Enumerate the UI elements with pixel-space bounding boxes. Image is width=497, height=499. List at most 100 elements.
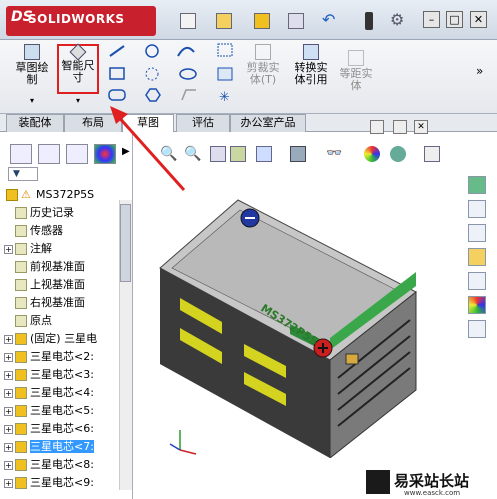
home-icon[interactable] — [468, 200, 486, 218]
circle-icon[interactable] — [145, 44, 159, 58]
configuration-tab-icon[interactable] — [66, 144, 88, 164]
offset-entities-button[interactable]: 等距实 体 — [334, 50, 378, 92]
arrow-line — [114, 112, 186, 192]
sketch-icon — [24, 44, 40, 60]
expand-icon[interactable]: + — [4, 334, 13, 344]
tree-item-label: 注解 — [30, 242, 52, 255]
tree-item[interactable]: 右视基准面 — [4, 294, 85, 312]
construction-icon[interactable] — [217, 43, 233, 57]
new-icon[interactable] — [180, 13, 196, 29]
ellipse-icon[interactable] — [179, 68, 197, 80]
expand-icon[interactable]: + — [4, 352, 13, 362]
undo-icon[interactable]: ↶ — [322, 10, 335, 29]
expand-icon[interactable]: + — [4, 442, 13, 452]
rebuild-icon[interactable] — [365, 12, 373, 30]
filter-icon[interactable]: ▼ — [8, 167, 38, 181]
tree-item[interactable]: 前视基准面 — [4, 258, 85, 276]
options-icon[interactable]: ⚙ — [390, 10, 404, 29]
tree-root[interactable]: ⚠ MS372P5S — [6, 186, 94, 204]
expand-icon[interactable]: + — [4, 460, 13, 470]
convert-entities-button[interactable]: 转换实 体引用 — [288, 44, 334, 86]
expand-icon[interactable]: + — [4, 478, 13, 488]
part-icon — [15, 369, 27, 381]
part-icon — [15, 423, 27, 435]
line-icon[interactable] — [109, 45, 125, 57]
feature-tree-tab-icon[interactable] — [10, 144, 32, 164]
smart-dimension-button[interactable]: 智能尺 寸 — [57, 43, 99, 94]
point-icon[interactable]: ✳ — [219, 90, 230, 105]
view-tile-icon[interactable] — [370, 120, 384, 134]
trim-entities-button[interactable]: 剪裁实 体(T) — [240, 44, 286, 86]
view-settings-icon[interactable] — [424, 146, 440, 162]
minimize-button[interactable]: – — [423, 11, 440, 28]
tree-item[interactable]: + 三星电芯<4: — [4, 384, 94, 402]
tree-item[interactable]: + 三星电芯<8: — [4, 456, 94, 474]
tree-item[interactable]: + 三星电芯<7: — [4, 438, 94, 456]
chevron-right-icon[interactable]: » — [476, 64, 483, 78]
expand-icon[interactable]: + — [4, 370, 13, 380]
expand-icon[interactable]: + — [4, 244, 13, 254]
design-library-icon[interactable] — [468, 224, 486, 242]
tree-item[interactable]: + 三星电芯<6: — [4, 420, 94, 438]
view-palette-icon[interactable] — [468, 272, 486, 290]
part-icon — [15, 243, 27, 255]
part-icon — [15, 405, 27, 417]
scrollbar-thumb[interactable] — [120, 204, 131, 282]
section-view-icon[interactable] — [230, 146, 246, 162]
restore-button[interactable]: □ — [446, 11, 463, 28]
graphics-area[interactable]: MS372P5S — [140, 168, 460, 458]
view-close-icon[interactable]: ✕ — [414, 120, 428, 134]
sketch-button[interactable]: 草图绘 制 — [10, 44, 54, 86]
chevron-down-icon[interactable]: ▾ — [30, 96, 34, 105]
trim-label: 剪裁实 体(T) — [246, 61, 280, 86]
trim-icon — [255, 44, 271, 60]
spline-icon[interactable] — [177, 46, 195, 57]
tree-item[interactable]: 原点 — [4, 312, 52, 330]
tree-item[interactable]: 上视基准面 — [4, 276, 85, 294]
open-icon[interactable] — [216, 13, 232, 29]
tree-item[interactable]: 历史记录 — [4, 204, 74, 222]
tree-item-label: 上视基准面 — [30, 278, 85, 291]
save-icon[interactable] — [254, 13, 270, 29]
tab-assembly[interactable]: 装配体 — [6, 114, 64, 132]
tree-item[interactable]: + 三星电芯<9: — [4, 474, 94, 492]
property-manager-tab-icon[interactable] — [38, 144, 60, 164]
print-icon[interactable] — [288, 13, 304, 29]
offset-icon — [348, 50, 364, 66]
tree-item[interactable]: 传感器 — [4, 222, 63, 240]
title-bar: DS SOLIDWORKS ↶ ⚙ – □ ✕ — [0, 0, 497, 40]
tab-office-products[interactable]: 办公室产品 — [230, 114, 306, 132]
expand-icon[interactable]: + — [4, 388, 13, 398]
tree-item[interactable]: + 三星电芯<3: — [4, 366, 94, 384]
tree-item[interactable]: + 注解 — [4, 240, 52, 258]
plane-icon[interactable] — [181, 89, 196, 101]
appearances-icon[interactable] — [468, 296, 486, 314]
part-icon — [15, 225, 27, 237]
sketch-tools-grid[interactable]: ✳ — [106, 42, 236, 108]
hide-show-icon[interactable]: 👓 — [326, 146, 342, 162]
tree-item[interactable]: + 三星电芯<5: — [4, 402, 94, 420]
chevron-down-icon[interactable]: ▾ — [76, 96, 80, 105]
previous-view-icon[interactable] — [210, 146, 226, 162]
sketch-label: 草图绘 制 — [15, 61, 49, 86]
file-explorer-icon[interactable] — [468, 248, 486, 266]
arc-icon[interactable] — [145, 67, 159, 81]
edit-appearance-icon[interactable] — [364, 146, 380, 162]
fillet-icon[interactable] — [217, 67, 233, 81]
warning-icon: ⚠ — [21, 188, 31, 201]
view-restore-icon[interactable] — [393, 120, 407, 134]
slot-icon[interactable] — [108, 89, 126, 101]
resources-icon[interactable] — [468, 176, 486, 194]
expand-icon[interactable]: + — [4, 424, 13, 434]
close-button[interactable]: ✕ — [470, 11, 487, 28]
tree-item[interactable]: + 三星电芯<2: — [4, 348, 94, 366]
expand-icon[interactable]: + — [4, 406, 13, 416]
tree-item-label: (固定) 三星电 — [30, 332, 98, 345]
view-orientation-icon[interactable] — [256, 146, 272, 162]
custom-properties-icon[interactable] — [468, 320, 486, 338]
part-icon — [15, 207, 27, 219]
scene-icon[interactable] — [390, 146, 406, 162]
display-style-icon[interactable] — [290, 146, 306, 162]
tree-item[interactable]: + (固定) 三星电 — [4, 330, 97, 348]
rectangle-icon[interactable] — [109, 67, 125, 80]
